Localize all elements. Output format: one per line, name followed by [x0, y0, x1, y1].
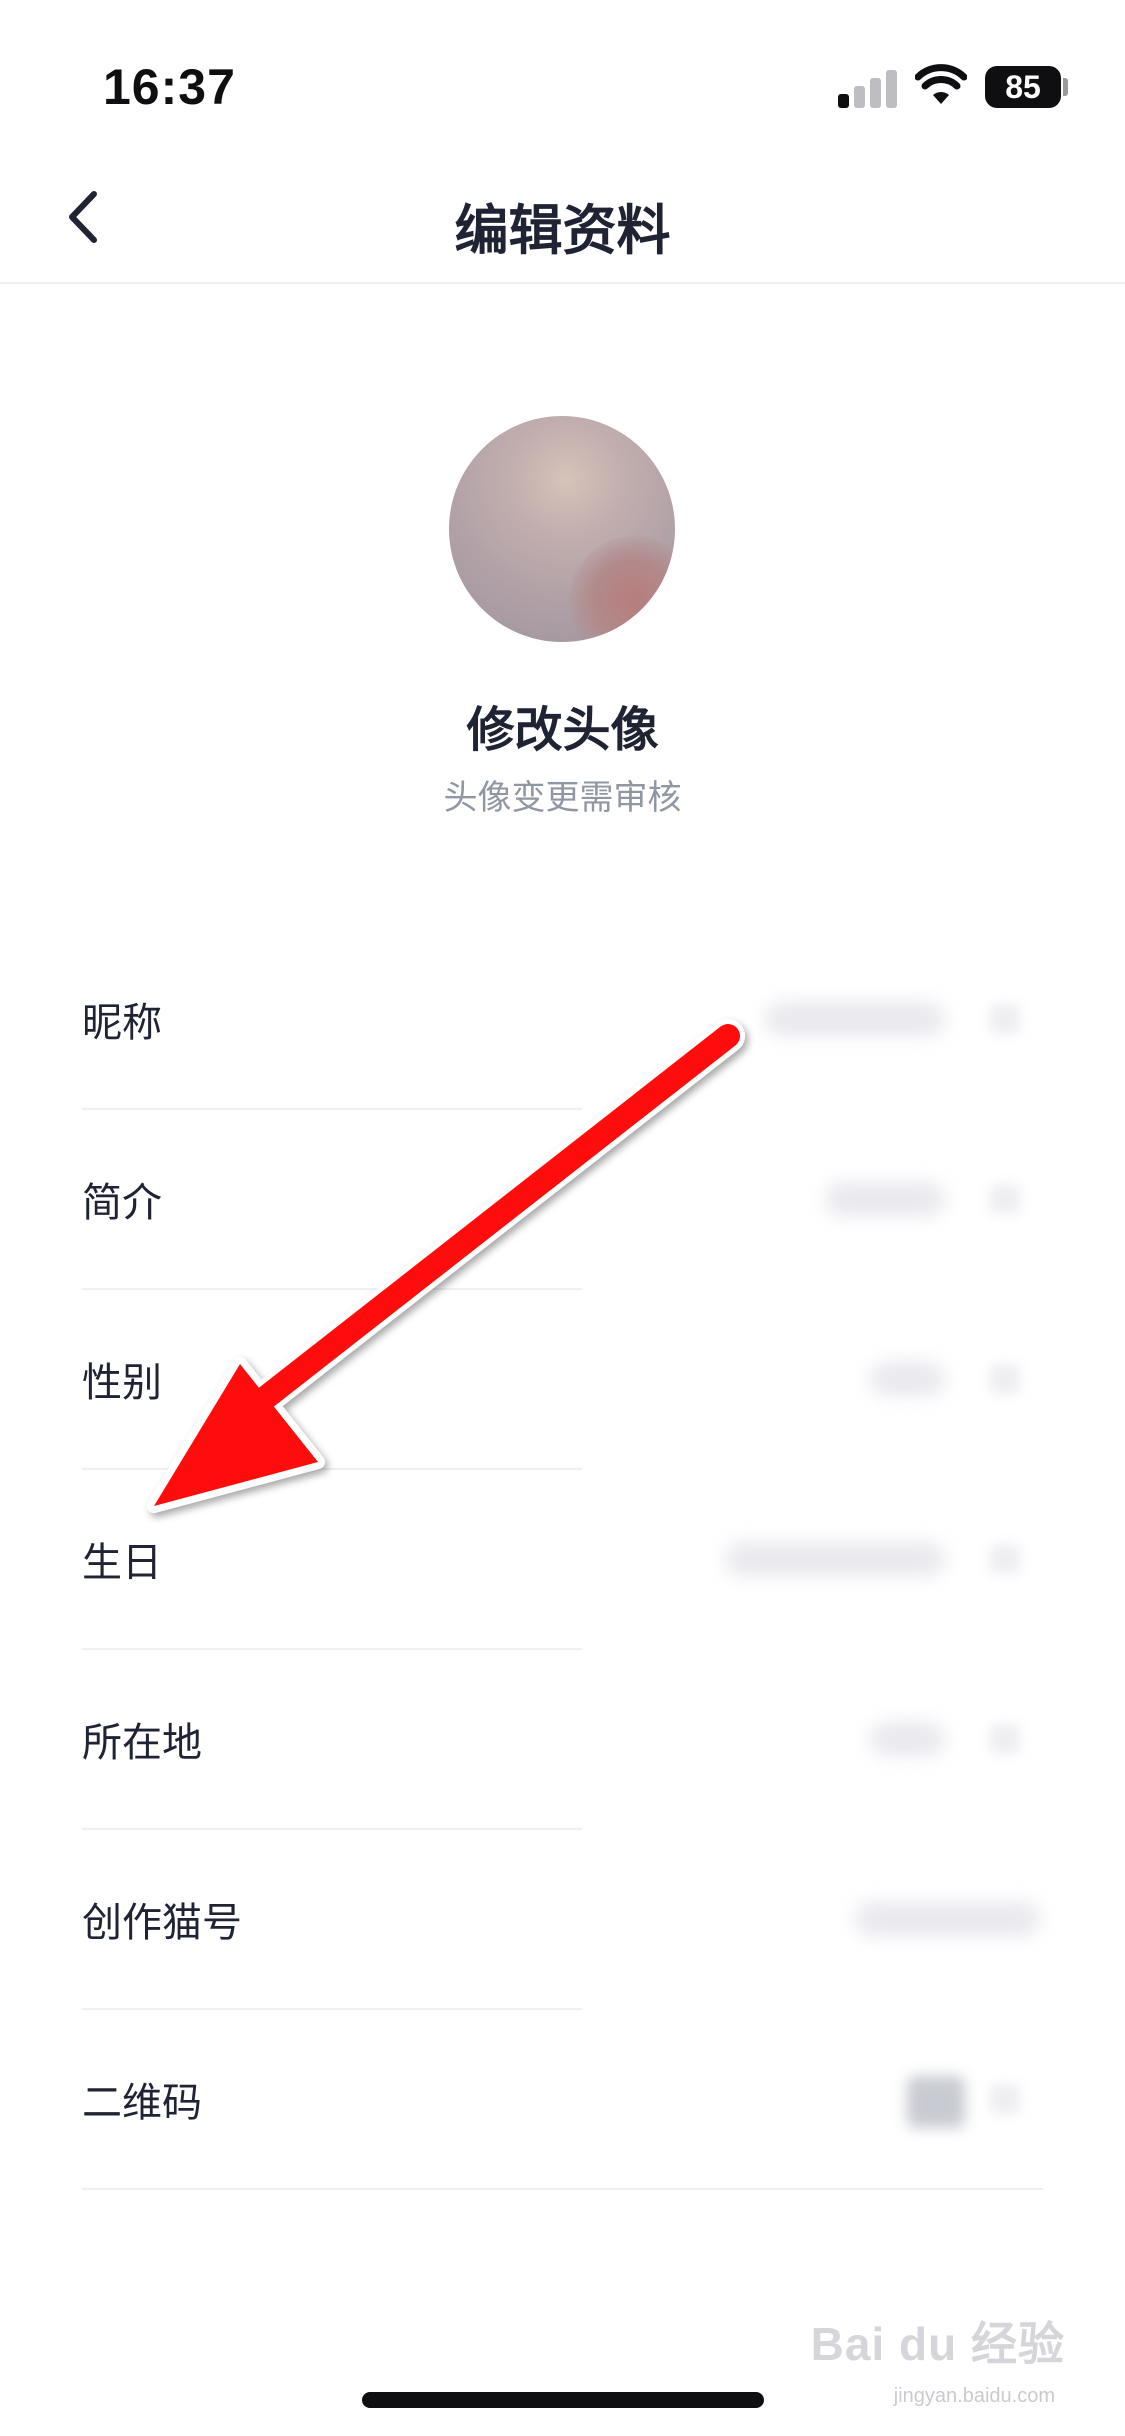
watermark-url: jingyan.baidu.com	[893, 2385, 1055, 2407]
row-qr-code[interactable]: 二维码	[0, 2010, 1125, 2190]
avatar[interactable]	[449, 416, 675, 642]
row-label: 昵称	[82, 1000, 162, 1046]
cellular-signal-icon	[838, 68, 900, 108]
chevron-right-icon	[990, 1364, 1020, 1394]
chevron-right-icon	[990, 1724, 1020, 1754]
page-title: 编辑资料	[454, 199, 671, 262]
row-nickname[interactable]: 昵称	[0, 930, 1125, 1110]
row-label: 性别	[82, 1360, 162, 1406]
row-bio[interactable]: 简介	[0, 1110, 1125, 1290]
baidu-jingyan-watermark: Bai du 经验	[810, 2318, 1065, 2370]
nav-bar: 编辑资料	[0, 150, 1125, 284]
row-value-blurred	[870, 1722, 945, 1756]
row-label: 二维码	[82, 2080, 202, 2126]
change-avatar-button[interactable]: 修改头像	[0, 690, 1125, 760]
row-label: 生日	[82, 1540, 162, 1586]
chevron-right-icon	[990, 1544, 1020, 1574]
row-value-blurred	[765, 1002, 945, 1036]
row-location[interactable]: 所在地	[0, 1650, 1125, 1830]
battery-cap	[1063, 78, 1068, 96]
row-value-blurred	[725, 1542, 945, 1576]
row-gender[interactable]: 性别	[0, 1290, 1125, 1470]
status-time: 16:37	[103, 59, 236, 115]
wifi-icon	[915, 64, 967, 104]
row-birthday[interactable]: 生日	[0, 1470, 1125, 1650]
divider	[82, 2188, 1043, 2190]
chevron-right-icon	[990, 2084, 1020, 2114]
profile-fields-list: 昵称 简介 性别 生日 所在地 创作猫号 二维码	[0, 930, 1125, 2190]
chevron-right-icon	[990, 1184, 1020, 1214]
row-label: 简介	[82, 1180, 162, 1226]
qr-code-icon	[907, 2076, 965, 2128]
avatar-review-note: 头像变更需审核	[443, 778, 682, 818]
row-value-blurred	[825, 1182, 945, 1216]
row-value-blurred	[855, 1902, 1040, 1936]
chevron-right-icon	[990, 1004, 1020, 1034]
row-label: 所在地	[82, 1720, 202, 1766]
row-value-blurred	[870, 1362, 945, 1396]
row-label: 创作猫号	[82, 1900, 242, 1946]
home-indicator	[362, 2392, 764, 2408]
row-creator-id[interactable]: 创作猫号	[0, 1830, 1125, 2010]
status-bar: 16:37 85	[0, 0, 1125, 150]
battery-icon: 85	[985, 66, 1061, 108]
